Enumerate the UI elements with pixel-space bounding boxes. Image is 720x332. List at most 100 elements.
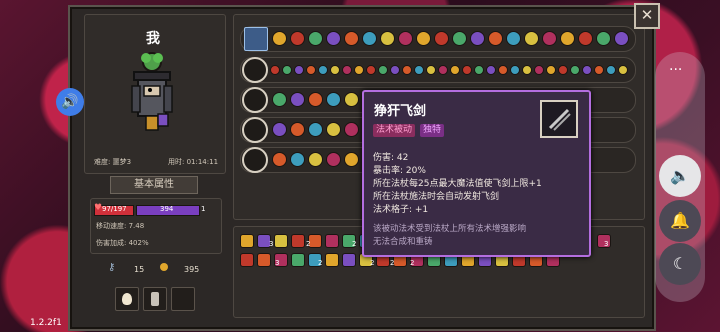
wand-icon-5[interactable]	[242, 147, 268, 173]
spell-slot[interactable]	[378, 65, 388, 75]
spell-slot[interactable]	[290, 122, 305, 137]
spell-slot[interactable]	[558, 65, 568, 75]
spell-slot[interactable]	[308, 152, 323, 167]
spell-slot[interactable]	[542, 31, 557, 46]
moon-icon: ☾	[672, 254, 688, 273]
spell-slot[interactable]	[474, 65, 484, 75]
spell-slot[interactable]	[290, 152, 305, 167]
spell-slot[interactable]	[390, 65, 400, 75]
spell-slot[interactable]	[308, 31, 323, 46]
spell-slot[interactable]	[282, 65, 292, 75]
spell-slot[interactable]	[546, 65, 556, 75]
spell-slot[interactable]	[594, 65, 604, 75]
inventory-item[interactable]	[257, 253, 271, 267]
spell-slot[interactable]	[534, 65, 544, 75]
spell-slot[interactable]	[426, 65, 436, 75]
inventory-count: 2	[390, 259, 395, 267]
spell-slot[interactable]	[326, 152, 341, 167]
sword-icon	[548, 108, 571, 131]
spell-slot[interactable]	[618, 65, 628, 75]
sound-toggle-button[interactable]: 🔈	[659, 155, 701, 197]
inventory-count: 2	[306, 240, 311, 248]
inventory-item[interactable]	[274, 234, 288, 248]
spell-slot[interactable]	[570, 65, 580, 75]
bottle-slot[interactable]	[143, 287, 167, 311]
inventory-item[interactable]	[240, 234, 254, 248]
tooltip-tag-unique: 独特	[420, 124, 445, 137]
spell-slot[interactable]	[272, 31, 287, 46]
notification-button[interactable]: 🔔	[659, 200, 701, 242]
volume-icon[interactable]: 🔊	[56, 88, 84, 116]
spell-slot[interactable]	[498, 65, 508, 75]
potion-slot[interactable]	[115, 287, 139, 311]
spell-slot[interactable]	[290, 92, 305, 107]
spell-slot[interactable]	[306, 65, 316, 75]
spell-slot[interactable]	[326, 31, 341, 46]
wand-icon-3[interactable]	[242, 87, 268, 113]
spell-slot[interactable]	[606, 65, 616, 75]
spell-slot[interactable]	[354, 65, 364, 75]
inventory-item[interactable]	[240, 253, 254, 267]
spell-slot[interactable]	[344, 152, 359, 167]
spell-slot[interactable]	[506, 31, 521, 46]
inventory-item[interactable]	[342, 253, 356, 267]
spell-slot[interactable]	[326, 122, 341, 137]
wand-icon-1[interactable]	[244, 27, 268, 51]
inventory-item[interactable]	[291, 234, 305, 248]
level-text: 1	[201, 205, 206, 213]
inventory-item[interactable]	[291, 253, 305, 267]
spell-slot[interactable]	[452, 31, 467, 46]
attributes-button[interactable]: 基本属性	[110, 176, 198, 194]
spell-slot[interactable]	[308, 122, 323, 137]
spell-slot[interactable]	[524, 31, 539, 46]
spell-slot[interactable]	[272, 152, 287, 167]
spell-slot[interactable]	[560, 31, 575, 46]
spell-slot[interactable]	[578, 31, 593, 46]
spell-slot[interactable]	[596, 31, 611, 46]
empty-slot[interactable]	[171, 287, 195, 311]
spell-slot[interactable]	[402, 65, 412, 75]
inventory-item[interactable]	[325, 234, 339, 248]
spell-slot[interactable]	[342, 65, 352, 75]
spell-slot[interactable]	[450, 65, 460, 75]
wand-icon-4[interactable]	[242, 117, 268, 143]
spell-slot[interactable]	[294, 65, 304, 75]
inventory-count: 2	[410, 259, 415, 267]
bell-icon: 🔔	[670, 211, 690, 230]
spell-slot[interactable]	[272, 92, 287, 107]
spell-slot[interactable]	[362, 31, 377, 46]
spell-slot[interactable]	[510, 65, 520, 75]
spell-slot[interactable]	[290, 31, 305, 46]
spell-slot[interactable]	[522, 65, 532, 75]
spell-slot[interactable]	[462, 65, 472, 75]
spell-slot[interactable]	[344, 92, 359, 107]
dark-mode-button[interactable]: ☾	[659, 243, 701, 285]
spell-slot[interactable]	[380, 31, 395, 46]
spell-slot[interactable]	[470, 31, 485, 46]
spell-slot[interactable]	[344, 122, 359, 137]
spell-slot[interactable]	[398, 31, 413, 46]
spell-slot[interactable]	[326, 92, 341, 107]
close-button[interactable]: ✕	[634, 3, 660, 29]
spell-slot[interactable]	[416, 31, 431, 46]
tooltip-spell-icon	[540, 100, 578, 138]
wand-icon-2[interactable]	[242, 57, 268, 83]
inventory-item[interactable]	[325, 253, 339, 267]
spell-slot[interactable]	[438, 65, 448, 75]
spell-slot[interactable]	[486, 65, 496, 75]
spell-slot[interactable]	[318, 65, 328, 75]
spell-slot[interactable]	[272, 122, 287, 137]
more-button[interactable]: ···	[669, 62, 682, 78]
tooltip-line-1: 伤害: 42	[373, 153, 409, 163]
spell-slot[interactable]	[330, 65, 340, 75]
spell-slot[interactable]	[488, 31, 503, 46]
spell-slot[interactable]	[614, 31, 629, 46]
spell-slot[interactable]	[414, 65, 424, 75]
spell-slot[interactable]	[582, 65, 592, 75]
spell-slot[interactable]	[366, 65, 376, 75]
spell-slot[interactable]	[270, 65, 280, 75]
spell-slot[interactable]	[344, 31, 359, 46]
mana-text: 394	[160, 205, 174, 213]
spell-slot[interactable]	[434, 31, 449, 46]
spell-slot[interactable]	[308, 92, 323, 107]
